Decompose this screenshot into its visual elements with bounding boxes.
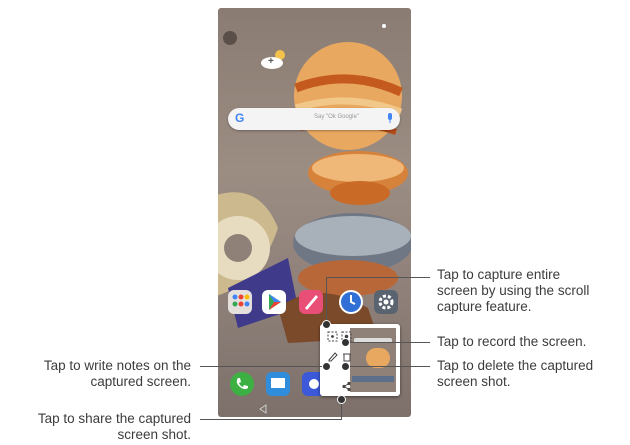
leader-write-dot (322, 362, 331, 371)
callout-share: Tap to share the captured screen shot. (37, 411, 191, 442)
phone-app-icon[interactable] (230, 372, 254, 396)
phone-screen: + G Say "Ok Google" (218, 8, 411, 417)
write-notes-icon[interactable] (326, 350, 339, 363)
leader-capture-vert (326, 277, 327, 324)
callout-delete: Tap to delete the captured screen shot. (437, 358, 594, 389)
leader-share-dot (337, 395, 346, 404)
weather-widget[interactable]: + (258, 46, 290, 72)
messages-app-icon[interactable] (266, 372, 290, 396)
microphone-icon[interactable] (386, 113, 394, 125)
leader-record (345, 342, 430, 343)
weather-temp: + (268, 56, 274, 67)
leader-record-dot (341, 338, 350, 347)
delete-icon[interactable] (340, 350, 353, 363)
scroll-capture-icon[interactable] (326, 330, 339, 343)
leader-share-horiz (200, 419, 341, 420)
play-store-icon[interactable] (262, 290, 286, 314)
settings-gear-icon[interactable] (374, 290, 398, 314)
google-folder-icon[interactable] (228, 290, 252, 314)
leader-write (200, 366, 326, 367)
callout-record: Tap to record the screen. (437, 334, 587, 349)
leader-capture-horiz (326, 277, 430, 278)
google-logo: G (235, 111, 245, 125)
callout-capture-entire: Tap to capture entire screen by using th… (437, 267, 590, 314)
google-search-bar[interactable]: G Say "Ok Google" (228, 108, 400, 130)
partly-sunny-icon (261, 50, 285, 69)
back-icon[interactable] (258, 404, 268, 414)
callout-write-notes: Tap to write notes on the captured scree… (43, 358, 191, 389)
leader-delete-dot (341, 362, 350, 371)
capture-toolbar (320, 324, 400, 396)
leader-capture-dot (322, 320, 331, 329)
screenshot-thumbnail[interactable] (350, 328, 396, 392)
search-hint: Say "Ok Google" (314, 114, 359, 120)
clock-app-icon[interactable] (339, 290, 363, 314)
pen-app-icon[interactable] (299, 290, 323, 314)
leader-delete (345, 366, 430, 367)
share-icon[interactable] (340, 380, 353, 393)
